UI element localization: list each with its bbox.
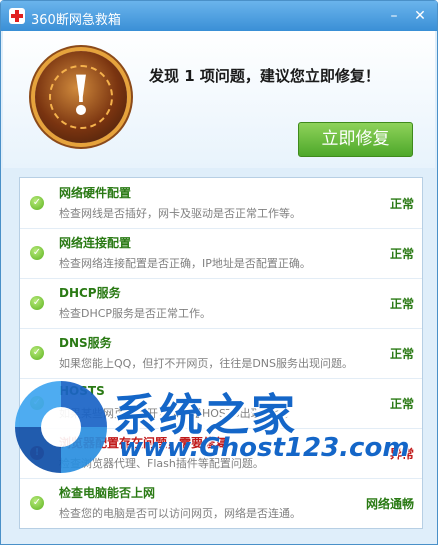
check-status: 正常 <box>389 247 414 261</box>
exclamation-icon: ! <box>35 51 127 143</box>
check-row-dhcp[interactable]: ✓ DHCP服务 检查DHCP服务是否正常工作。 正常 <box>20 278 422 329</box>
check-title: DHCP服务 <box>59 286 121 300</box>
watermark-logo-icon <box>15 381 107 473</box>
app-window: 360断网急救箱 – ✕ ! 发现 1 项问题，建议您立即修复！ 立即修复 ✓ … <box>0 0 438 545</box>
check-row-dns[interactable]: ✓ DNS服务 如果您能上QQ，但打不开网页，往往是DNS服务出现问题。 正常 <box>20 328 422 379</box>
watermark-url: www.Ghost123.com <box>119 433 410 463</box>
check-title: 网络连接配置 <box>59 236 132 250</box>
check-title: 检查电脑能否上网 <box>59 486 156 500</box>
check-list: ✓ 网络硬件配置 检查网线是否插好，网卡及驱动是否正常工作等。 正常 ✓ 网络连… <box>19 177 423 529</box>
check-ok-icon: ✓ <box>30 346 44 360</box>
check-title: 网络硬件配置 <box>59 186 132 200</box>
exclamation-mark: ! <box>69 63 93 127</box>
check-status: 网络通畅 <box>365 497 414 511</box>
check-description: 检查您的电脑是否可以访问网页，网络是否连通。 <box>59 507 301 520</box>
check-description: 检查DHCP服务是否正常工作。 <box>59 307 212 320</box>
check-row-internet[interactable]: ✓ 检查电脑能否上网 检查您的电脑是否可以访问网页，网络是否连通。 网络通畅 <box>20 478 422 528</box>
close-icon[interactable]: ✕ <box>411 7 429 25</box>
check-ok-icon: ✓ <box>30 496 44 510</box>
check-row-network-hardware[interactable]: ✓ 网络硬件配置 检查网线是否插好，网卡及驱动是否正常工作等。 正常 <box>20 178 422 229</box>
check-ok-icon: ✓ <box>30 246 44 260</box>
check-status: 正常 <box>389 397 414 411</box>
check-ok-icon: ✓ <box>30 296 44 310</box>
minimize-icon[interactable]: – <box>385 7 403 25</box>
check-description: 检查网络连接配置是否正确，IP地址是否配置正确。 <box>59 257 311 270</box>
check-description: 如果您能上QQ，但打不开网页，往往是DNS服务出现问题。 <box>59 357 353 370</box>
check-row-network-connection[interactable]: ✓ 网络连接配置 检查网络连接配置是否正确，IP地址是否配置正确。 正常 <box>20 228 422 279</box>
title-bar[interactable]: 360断网急救箱 – ✕ <box>1 1 437 31</box>
check-status: 正常 <box>389 197 414 211</box>
check-title: DNS服务 <box>59 336 112 350</box>
app-logo-icon <box>9 8 25 24</box>
check-ok-icon: ✓ <box>30 196 44 210</box>
check-status: 正常 <box>389 297 414 311</box>
check-description: 检查网线是否插好，网卡及驱动是否正常工作等。 <box>59 207 301 220</box>
result-headline: 发现 1 项问题，建议您立即修复！ <box>149 67 380 85</box>
fix-now-button[interactable]: 立即修复 <box>298 122 413 157</box>
check-status: 正常 <box>389 347 414 361</box>
window-title: 360断网急救箱 <box>31 13 121 28</box>
